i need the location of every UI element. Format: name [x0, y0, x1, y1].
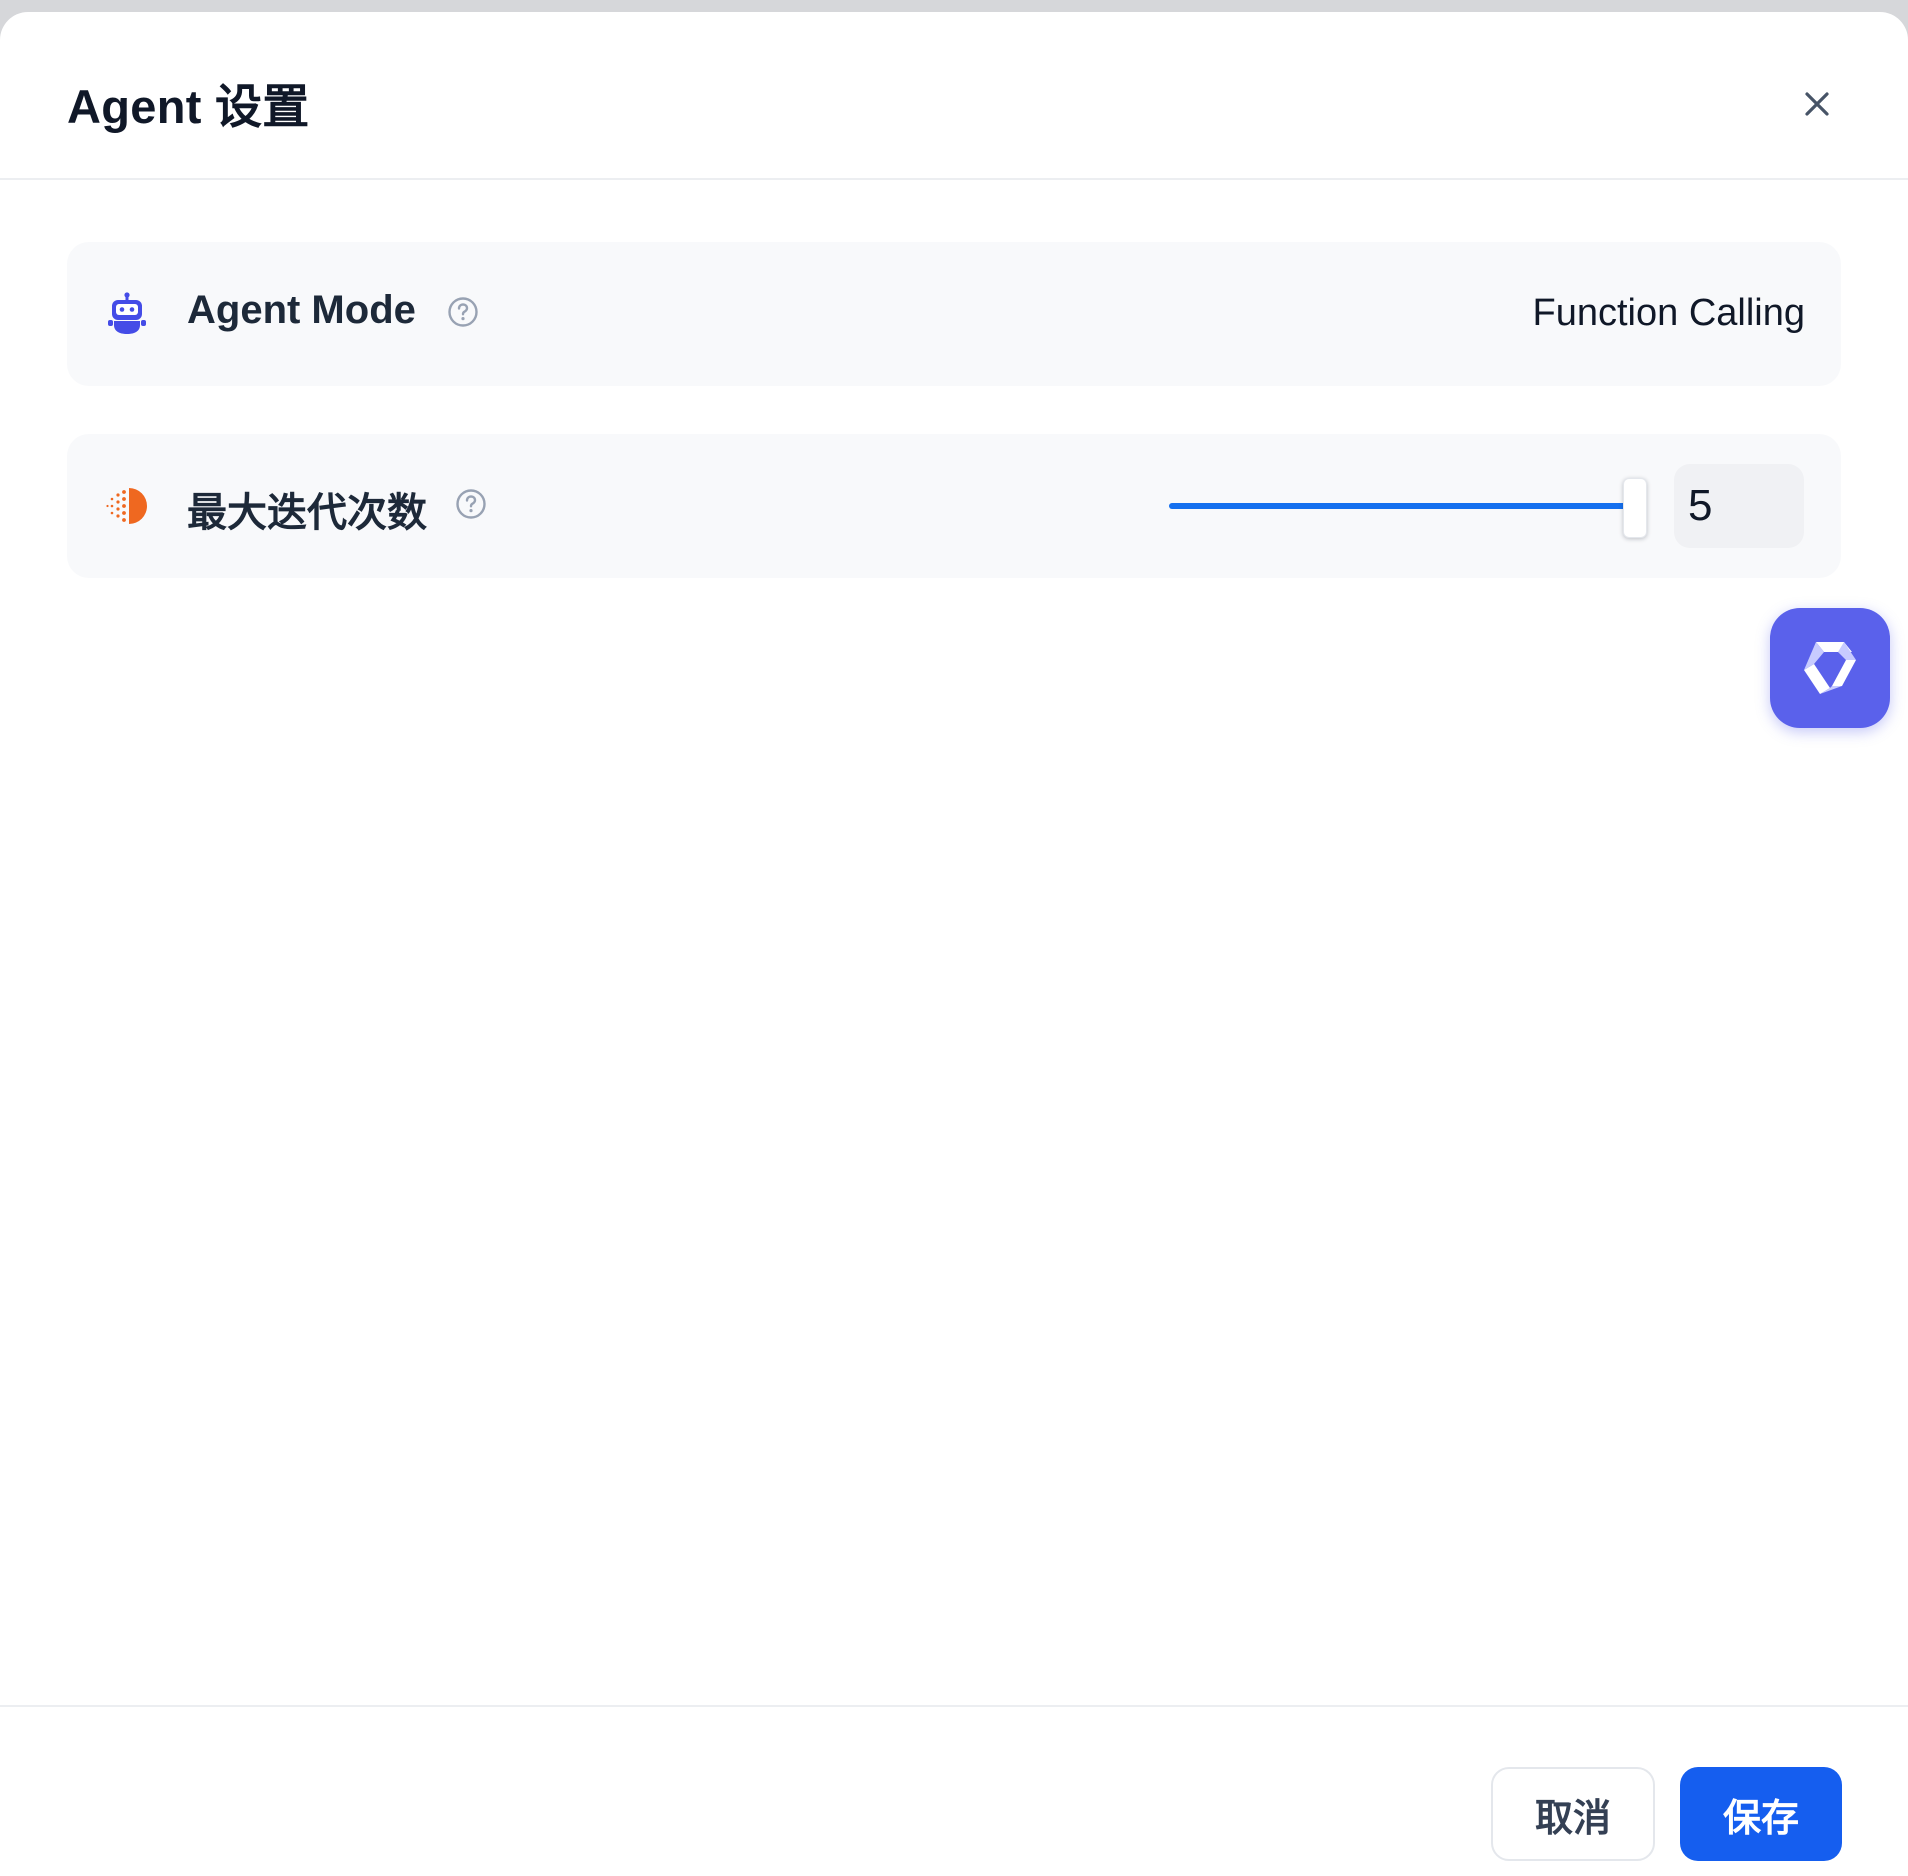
- slider-thumb[interactable]: [1622, 478, 1647, 538]
- modal-footer: 取消 保存: [0, 1705, 1908, 1876]
- agent-settings-modal: Agent 设置 Agent Mode Function Calling 最大迭…: [0, 12, 1908, 1876]
- agent-mode-help-icon[interactable]: [447, 296, 479, 328]
- max-iterations-help-icon[interactable]: [455, 488, 487, 520]
- cancel-button[interactable]: 取消: [1491, 1767, 1655, 1861]
- max-iterations-slider[interactable]: [1169, 478, 1647, 538]
- iteration-icon: [106, 488, 147, 524]
- max-iterations-label: 最大迭代次数: [187, 491, 427, 535]
- close-icon: [1805, 92, 1829, 116]
- slider-fill: [1169, 503, 1634, 509]
- agent-mode-label: Agent Mode: [187, 288, 416, 332]
- close-button[interactable]: [1795, 82, 1839, 126]
- assistant-logo-icon: [1804, 642, 1856, 694]
- max-iterations-input[interactable]: [1674, 464, 1804, 548]
- floating-assistant-button[interactable]: [1770, 608, 1890, 728]
- max-iterations-row: 最大迭代次数: [67, 434, 1841, 578]
- save-button[interactable]: 保存: [1680, 1767, 1842, 1861]
- modal-header: Agent 设置: [0, 12, 1908, 180]
- robot-icon: [108, 292, 146, 334]
- agent-mode-row: Agent Mode Function Calling: [67, 242, 1841, 386]
- agent-mode-value: Function Calling: [1532, 292, 1805, 334]
- modal-title: Agent 设置: [67, 80, 310, 133]
